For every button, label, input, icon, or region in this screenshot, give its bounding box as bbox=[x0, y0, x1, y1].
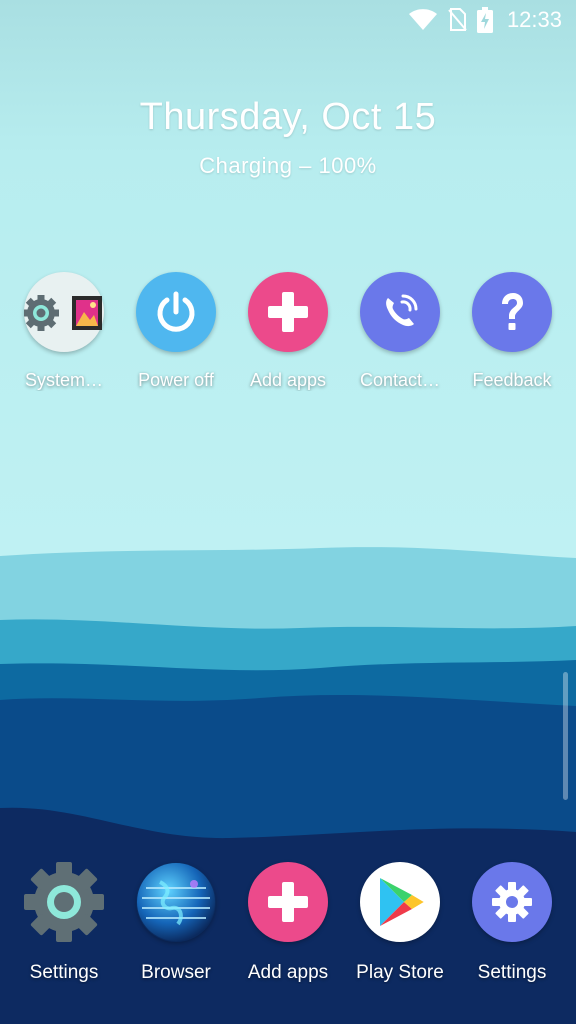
globe-icon bbox=[136, 862, 216, 942]
shortcut-add-apps[interactable]: Add apps bbox=[236, 272, 340, 391]
clock-date: Thursday, Oct 15 bbox=[139, 96, 437, 138]
dock-settings-2[interactable]: Settings bbox=[460, 862, 564, 984]
wifi-icon bbox=[408, 9, 437, 30]
dock-settings[interactable]: Settings bbox=[12, 862, 116, 984]
dock-label: Settings bbox=[29, 962, 99, 983]
plus-icon bbox=[248, 272, 328, 352]
shortcut-contact[interactable]: Contact… bbox=[348, 272, 452, 391]
clock-widget[interactable]: Thursday, Oct 15 Charging – 100% bbox=[0, 96, 576, 179]
power-icon bbox=[136, 272, 216, 352]
dock-label: Settings bbox=[477, 962, 547, 983]
phone-icon bbox=[360, 272, 440, 352]
shortcut-label: Power off bbox=[138, 370, 214, 390]
battery-charging-icon bbox=[476, 7, 493, 33]
dock-play-store[interactable]: Play Store bbox=[348, 862, 452, 984]
shortcut-label: Add apps bbox=[249, 370, 327, 390]
gear-icon bbox=[472, 862, 552, 942]
dock-label: Add apps bbox=[247, 962, 329, 983]
shortcut-system[interactable]: System… bbox=[12, 272, 116, 391]
scroll-indicator[interactable] bbox=[563, 672, 568, 800]
no-sim-icon bbox=[448, 8, 467, 31]
dock: Settings Browser Add apps Play Store Set… bbox=[0, 862, 576, 984]
shortcut-label: System… bbox=[24, 370, 103, 390]
shortcut-label: Feedback bbox=[472, 370, 552, 390]
question-icon bbox=[472, 272, 552, 352]
charging-status: Charging – 100% bbox=[199, 153, 377, 178]
status-time: 12:33 bbox=[506, 7, 562, 32]
dock-label: Browser bbox=[141, 962, 211, 983]
status-icons: 12:33 bbox=[408, 4, 562, 36]
shortcut-power-off[interactable]: Power off bbox=[124, 272, 228, 391]
shortcut-feedback[interactable]: Feedback bbox=[460, 272, 564, 391]
dock-label: Play Store bbox=[356, 962, 444, 983]
dock-browser[interactable]: Browser bbox=[124, 862, 228, 984]
plus-icon bbox=[248, 862, 328, 942]
shortcut-row: System… Power off Add apps Contact… Feed… bbox=[0, 272, 576, 391]
system-settings-gallery-icon bbox=[24, 272, 104, 352]
status-bar: 12:33 bbox=[0, 0, 576, 40]
gear-icon bbox=[24, 862, 104, 942]
shortcut-label: Contact… bbox=[359, 370, 441, 390]
dock-add-apps[interactable]: Add apps bbox=[236, 862, 340, 984]
play-store-icon bbox=[360, 862, 440, 942]
